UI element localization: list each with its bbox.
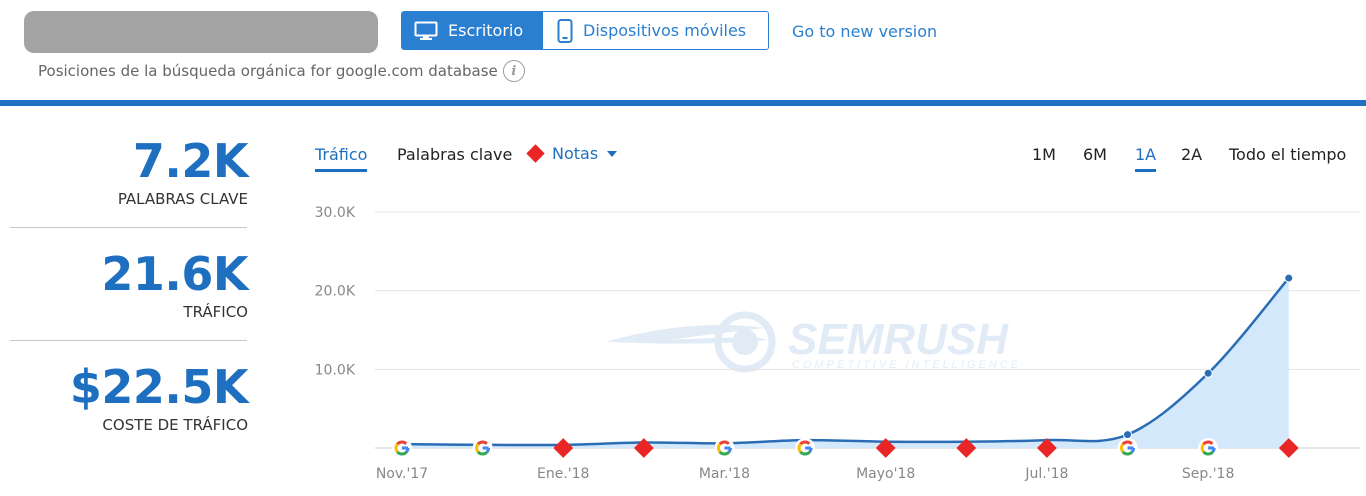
note-marker[interactable] [633,438,654,458]
tab-keywords[interactable]: Palabras clave [397,145,512,164]
metric-keywords: 7.2K PALABRAS CLAVE [10,134,249,208]
traffic-chart: SEMRUSH COMPETITIVE INTELLIGENCE 10.0K 20… [315,205,1360,482]
data-point[interactable] [1203,368,1213,378]
period-all-time[interactable]: Todo el tiempo [1229,145,1346,164]
metric-value: $22.5K [69,360,249,414]
google-update-icon[interactable] [714,438,735,458]
desktop-icon [414,21,438,40]
google-update-icon[interactable] [1198,438,1219,458]
y-tick-label: 10.0K [315,362,356,378]
notes-dropdown[interactable]: Notas [526,144,618,163]
redacted-domain-field [24,11,378,53]
google-update-icon[interactable] [795,438,816,458]
chevron-down-icon [607,150,618,157]
data-point[interactable] [1123,430,1133,440]
data-point[interactable] [1284,273,1294,283]
device-toggle: Escritorio Dispositivos móviles [401,11,769,50]
metric-label: TRÁFICO [183,303,248,321]
note-marker[interactable] [553,438,574,458]
report-subtitle: Posiciones de la búsqueda orgánica for g… [38,60,525,82]
desktop-tab-label: Escritorio [448,21,524,40]
metric-label: PALABRAS CLAVE [117,190,248,208]
watermark-brand: SEMRUSH [788,315,1009,364]
note-diamond-icon [526,144,545,163]
x-tick-label: Mayo'18 [856,466,915,482]
google-update-icon[interactable] [392,438,412,458]
metric-traffic-cost: $22.5K COSTE DE TRÁFICO [10,360,249,434]
period-6m[interactable]: 6M [1083,145,1107,164]
metric-divider [10,340,247,341]
mobile-icon [557,18,573,43]
metric-label: COSTE DE TRÁFICO [102,416,248,434]
period-2a[interactable]: 2A [1181,145,1202,164]
x-tick-label: Nov.'17 [376,466,428,482]
metric-traffic: 21.6K TRÁFICO [10,250,248,321]
notes-label: Notas [552,144,599,163]
semrush-watermark: SEMRUSH COMPETITIVE INTELLIGENCE [605,311,1018,373]
google-update-icon[interactable] [472,438,493,458]
header-divider-bar [0,100,1366,106]
period-1m[interactable]: 1M [1032,145,1056,164]
new-version-link[interactable]: Go to new version [792,22,937,41]
metric-value: 7.2K [132,134,249,188]
mobile-tab[interactable]: Dispositivos móviles [542,12,768,49]
info-icon[interactable]: i [502,60,525,82]
subtitle-text: Posiciones de la búsqueda orgánica for g… [38,62,498,80]
x-tick-label: Jul.'18 [1024,466,1068,482]
period-1a[interactable]: 1A [1135,145,1157,172]
desktop-tab[interactable]: Escritorio [402,12,542,49]
x-tick-label: Sep.'18 [1182,466,1235,482]
metric-value: 21.6K [101,247,248,301]
mobile-tab-label: Dispositivos móviles [583,21,747,40]
metric-divider [10,227,247,228]
y-tick-label: 30.0K [315,205,356,221]
google-update-icon[interactable] [1117,438,1138,458]
y-tick-label: 20.0K [315,284,356,300]
tab-traffic[interactable]: Tráfico [315,145,368,172]
x-tick-label: Mar.'18 [699,466,750,482]
x-tick-label: Ene.'18 [537,466,589,482]
